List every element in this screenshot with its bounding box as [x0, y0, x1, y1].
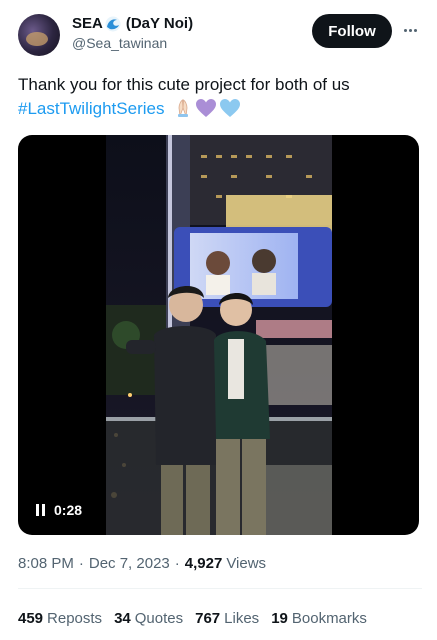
views-label: Views: [226, 555, 267, 572]
video-frame[interactable]: [106, 135, 332, 535]
pause-icon[interactable]: [36, 504, 46, 516]
wave-icon: [105, 16, 121, 32]
tweet-date[interactable]: Dec 7, 2023: [89, 555, 170, 572]
pause-bar: [42, 504, 45, 516]
more-dot: [403, 28, 407, 32]
bookmarks-label: Bookmarks: [291, 610, 367, 627]
more-dot: [408, 28, 412, 32]
playback-control[interactable]: 0:28: [36, 502, 82, 518]
pause-bar: [36, 504, 39, 516]
display-name-suffix: (DaY Noi): [125, 15, 194, 32]
display-name[interactable]: SEA (DaY Noi): [72, 15, 193, 33]
bookmarks-count: 19: [271, 610, 288, 627]
emoji-row: [173, 98, 241, 118]
meta-separator: ·: [174, 555, 180, 572]
tweet-hashtag-line: #LastTwilightSeries: [18, 97, 422, 121]
quotes-stat[interactable]: 34 Quotes: [114, 610, 183, 627]
light-blue-heart-icon: [220, 99, 241, 117]
purple-heart-icon: [196, 99, 217, 117]
tweet-text: Thank you for this cute project for both…: [18, 73, 422, 121]
engagement-stats: 459 Reposts 34 Quotes 767 Likes 19 Bookm…: [18, 610, 367, 627]
hashtag-link[interactable]: #LastTwilightSeries: [18, 99, 164, 118]
author-handle[interactable]: @Sea_tawinan: [72, 33, 193, 53]
follow-button[interactable]: Follow: [312, 14, 392, 48]
bookmarks-stat[interactable]: 19 Bookmarks: [271, 610, 367, 627]
avatar[interactable]: [18, 14, 60, 56]
likes-label: Likes: [224, 610, 260, 627]
tweet-time[interactable]: 8:08 PM: [18, 555, 74, 572]
likes-count: 767: [195, 610, 221, 627]
meta-separator: ·: [78, 555, 84, 572]
tweet-meta: 8:08 PM · Dec 7, 2023 · 4,927 Views: [18, 555, 266, 572]
reposts-stat[interactable]: 459 Reposts: [18, 610, 102, 627]
views-count: 4,927: [184, 555, 223, 572]
author-block: SEA (DaY Noi) @Sea_tawinan: [72, 15, 193, 53]
video-player[interactable]: 0:28: [18, 135, 419, 535]
video-duration: 0:28: [54, 502, 83, 518]
quotes-count: 34: [114, 610, 131, 627]
reposts-count: 459: [18, 610, 44, 627]
reposts-label: Reposts: [47, 610, 103, 627]
divider: [18, 588, 422, 589]
more-dot: [413, 28, 417, 32]
folded-hands-icon: [178, 99, 189, 117]
display-name-text: SEA: [72, 15, 103, 32]
more-icon[interactable]: [399, 20, 421, 40]
quotes-label: Quotes: [134, 610, 184, 627]
likes-stat[interactable]: 767 Likes: [195, 610, 259, 627]
tweet-header: SEA (DaY Noi) @Sea_tawinan Follow: [18, 14, 422, 58]
tweet-text-line: Thank you for this cute project for both…: [18, 75, 350, 94]
